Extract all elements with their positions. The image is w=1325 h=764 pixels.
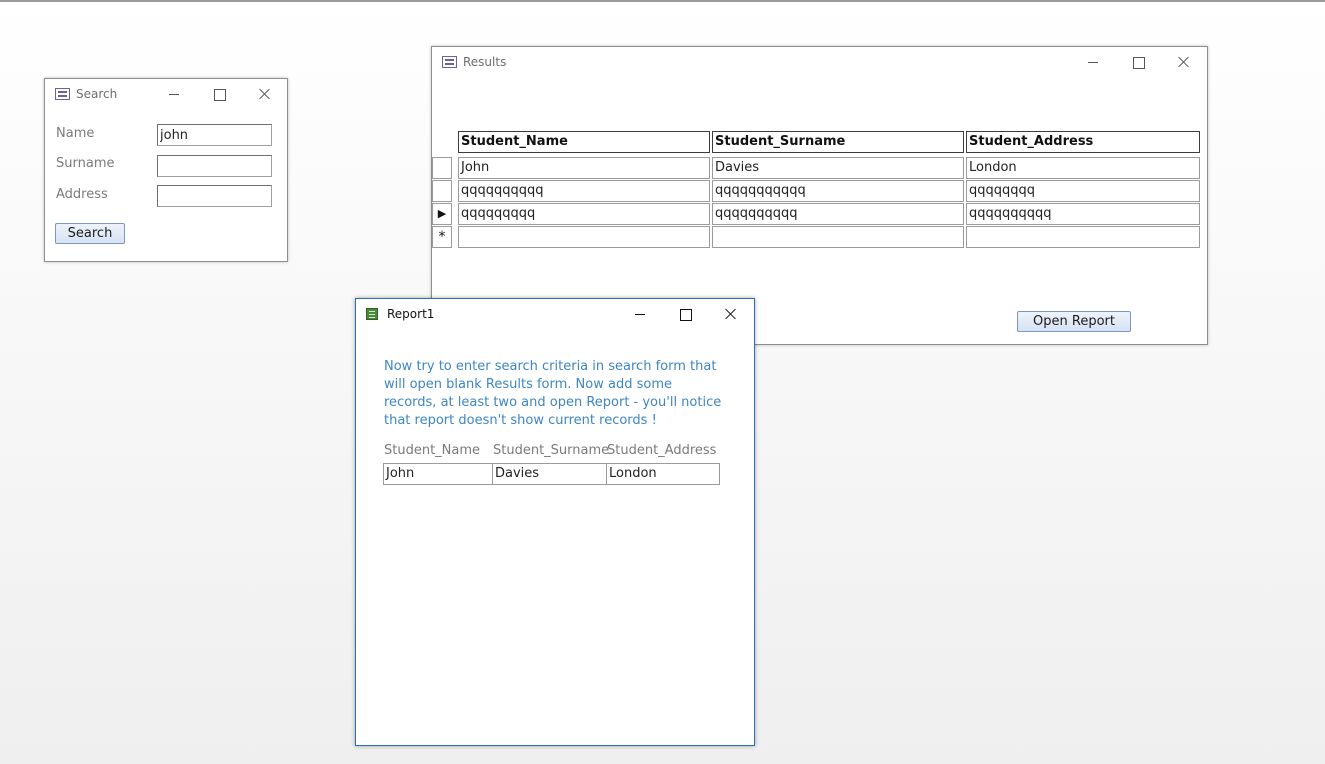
address-label: Address [56, 187, 108, 202]
table-cell[interactable]: qqqqqqqqqq [458, 180, 710, 202]
close-icon[interactable] [1162, 47, 1206, 77]
table-cell[interactable]: qqqqqqqqqq [966, 203, 1200, 225]
report-cell: Davies [492, 463, 607, 485]
close-icon[interactable] [709, 299, 753, 329]
column-header-student-surname[interactable]: Student_Surname [712, 131, 964, 153]
column-header-student-name[interactable]: Student_Name [458, 131, 710, 153]
name-label: Name [56, 126, 95, 141]
table-cell[interactable]: qqqqqqqqq [458, 203, 710, 225]
results-form-title: Results [463, 55, 507, 69]
minimize-icon[interactable] [1071, 47, 1115, 77]
close-icon[interactable] [243, 79, 287, 109]
report-window: Report1 Now try to enter search criteria… [355, 298, 755, 746]
search-form-window: Search Name Surname Address Search [44, 78, 288, 262]
new-record-cell[interactable] [712, 226, 964, 248]
table-cell[interactable]: Davies [712, 157, 964, 179]
table-cell[interactable]: qqqqqqqqqq [712, 203, 964, 225]
form-icon [442, 56, 457, 68]
maximize-icon[interactable] [1116, 47, 1160, 77]
report-titlebar[interactable]: Report1 [356, 299, 754, 329]
maximize-icon[interactable] [197, 79, 241, 109]
address-input[interactable] [157, 185, 272, 207]
report-header-student-surname: Student_Surname [493, 443, 610, 458]
search-form-title: Search [76, 87, 118, 101]
column-header-student-address[interactable]: Student_Address [966, 131, 1200, 153]
name-input[interactable] [157, 124, 272, 146]
maximize-icon[interactable] [663, 299, 707, 329]
surname-input[interactable] [157, 155, 272, 177]
report-header-student-address: Student_Address [607, 443, 717, 458]
report-message: Now try to enter search criteria in sear… [384, 359, 722, 428]
search-form-titlebar[interactable]: Search [45, 79, 287, 109]
table-cell[interactable]: qqqqqqqqqqq [712, 180, 964, 202]
app-top-border [0, 0, 1325, 2]
report-cell: London [606, 463, 720, 485]
search-button[interactable]: Search [55, 223, 125, 244]
report-icon [366, 308, 378, 320]
table-cell[interactable]: John [458, 157, 710, 179]
minimize-icon[interactable] [152, 79, 196, 109]
open-report-button[interactable]: Open Report [1017, 311, 1131, 332]
new-record-cell[interactable] [458, 226, 710, 248]
report-header-student-name: Student_Name [384, 443, 481, 458]
new-record-cell[interactable] [966, 226, 1200, 248]
table-cell[interactable]: qqqqqqqq [966, 180, 1200, 202]
table-cell[interactable]: London [966, 157, 1200, 179]
form-icon [55, 88, 70, 100]
current-record-icon[interactable]: ▶ [432, 203, 452, 225]
report-title: Report1 [387, 307, 435, 321]
results-form-titlebar[interactable]: Results [432, 47, 1207, 77]
report-cell: John [383, 463, 493, 485]
surname-label: Surname [56, 156, 115, 171]
record-selector[interactable] [432, 157, 452, 179]
new-record-icon[interactable]: * [432, 226, 452, 248]
minimize-icon[interactable] [618, 299, 662, 329]
record-selector[interactable] [432, 180, 452, 202]
